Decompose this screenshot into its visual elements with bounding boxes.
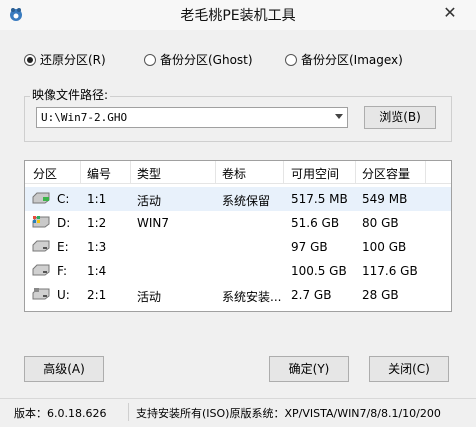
table-row[interactable]: D: 1:2 WIN7 51.6 GB 80 GB bbox=[25, 211, 451, 235]
radio-checked-indicator bbox=[24, 53, 36, 66]
windows-drive-icon bbox=[32, 216, 50, 228]
radio-label: 还原分区(R) bbox=[40, 53, 106, 67]
cell-size: 100 GB bbox=[362, 240, 407, 254]
table-row[interactable]: U: 2:1 活动 系统安装... 2.7 GB 28 GB bbox=[25, 283, 451, 307]
column-divider[interactable] bbox=[215, 161, 216, 183]
cell-partition: C: bbox=[57, 192, 70, 206]
cell-number: 1:3 bbox=[87, 240, 107, 254]
cell-number: 1:2 bbox=[87, 216, 107, 230]
column-header[interactable]: 卷标 bbox=[222, 165, 246, 182]
cell-type: 活动 bbox=[137, 290, 162, 304]
browse-button[interactable]: 浏览(B) bbox=[364, 106, 436, 129]
backup-imagex-radio[interactable]: 备份分区(Imagex) bbox=[285, 51, 403, 68]
cell-type: 活动 bbox=[137, 194, 162, 208]
advanced-button[interactable]: 高级(A) bbox=[24, 356, 104, 382]
column-divider[interactable] bbox=[355, 161, 356, 183]
chevron-down-icon[interactable] bbox=[335, 114, 343, 119]
cell-partition: U: bbox=[57, 288, 70, 302]
cell-number: 2:1 bbox=[87, 288, 107, 302]
column-divider[interactable] bbox=[425, 161, 426, 183]
radio-indicator bbox=[144, 53, 156, 66]
column-header[interactable]: 类型 bbox=[137, 165, 161, 182]
cell-partition: E: bbox=[57, 240, 69, 254]
cell-number: 1:4 bbox=[87, 264, 107, 278]
column-header[interactable]: 分区 bbox=[33, 165, 57, 182]
cell-free: 100.5 GB bbox=[291, 264, 347, 278]
column-divider[interactable] bbox=[130, 161, 131, 183]
window-title: 老毛桃PE装机工具 bbox=[180, 8, 296, 24]
column-header[interactable]: 编号 bbox=[87, 165, 111, 182]
mode-radio-group: 还原分区(R) 备份分区(Ghost) 备份分区(Imagex) bbox=[0, 51, 476, 71]
backup-ghost-radio[interactable]: 备份分区(Ghost) bbox=[144, 51, 253, 68]
column-divider[interactable] bbox=[80, 161, 81, 183]
table-header: 分区 编号 类型 卷标 可用空间 分区容量 bbox=[25, 161, 451, 184]
status-divider bbox=[128, 403, 129, 421]
radio-label: 备份分区(Imagex) bbox=[301, 53, 403, 67]
column-header[interactable]: 分区容量 bbox=[362, 165, 410, 182]
cell-size: 80 GB bbox=[362, 216, 399, 230]
radio-indicator bbox=[285, 53, 297, 66]
version-text: 版本：6.0.18.626 bbox=[14, 407, 107, 420]
cell-size: 28 GB bbox=[362, 288, 399, 302]
radio-label: 备份分区(Ghost) bbox=[160, 53, 253, 67]
partition-table: 分区 编号 类型 卷标 可用空间 分区容量 C: 1:1 活动 系统保留 517… bbox=[24, 160, 452, 312]
title-bar: 老毛桃PE装机工具 ✕ bbox=[0, 0, 476, 30]
restore-partition-radio[interactable]: 还原分区(R) bbox=[24, 51, 106, 68]
ok-button[interactable]: 确定(Y) bbox=[269, 356, 349, 382]
cell-number: 1:1 bbox=[87, 192, 107, 206]
installer-window: 老毛桃PE装机工具 ✕ 还原分区(R) 备份分区(Ghost) 备份分区(Ima… bbox=[0, 0, 476, 427]
column-divider[interactable] bbox=[283, 161, 284, 183]
usb-drive-icon bbox=[32, 288, 50, 300]
cell-free: 517.5 MB bbox=[291, 192, 348, 206]
cell-partition: F: bbox=[57, 264, 68, 278]
drive-icon bbox=[32, 240, 50, 252]
close-button[interactable]: 关闭(C) bbox=[369, 356, 449, 382]
cell-partition: D: bbox=[57, 216, 71, 230]
cell-type: WIN7 bbox=[137, 216, 170, 230]
image-path-label: 映像文件路径: bbox=[30, 86, 111, 103]
system-drive-icon bbox=[32, 192, 50, 204]
table-row[interactable]: F: 1:4 100.5 GB 117.6 GB bbox=[25, 259, 451, 283]
cell-label: 系统保留 bbox=[222, 194, 271, 208]
drive-icon bbox=[32, 264, 50, 276]
column-header[interactable]: 可用空间 bbox=[291, 165, 339, 182]
image-path-value: U:\Win7-2.GHO bbox=[41, 111, 128, 124]
cell-label: 系统安装... bbox=[222, 290, 282, 304]
cell-free: 97 GB bbox=[291, 240, 328, 254]
cell-free: 2.7 GB bbox=[291, 288, 332, 302]
cell-size: 549 MB bbox=[362, 192, 408, 206]
image-path-combobox[interactable]: U:\Win7-2.GHO bbox=[36, 107, 348, 128]
table-row[interactable]: C: 1:1 活动 系统保留 517.5 MB 549 MB bbox=[25, 187, 451, 211]
cell-size: 117.6 GB bbox=[362, 264, 418, 278]
status-bar: 版本：6.0.18.626 支持安装所有(ISO)原版系统：XP/VISTA/W… bbox=[0, 398, 476, 427]
window-close-button[interactable]: ✕ bbox=[438, 2, 462, 24]
cell-free: 51.6 GB bbox=[291, 216, 340, 230]
table-row[interactable]: E: 1:3 97 GB 100 GB bbox=[25, 235, 451, 259]
support-text: 支持安装所有(ISO)原版系统：XP/VISTA/WIN7/8/8.1/10/2… bbox=[136, 407, 441, 420]
